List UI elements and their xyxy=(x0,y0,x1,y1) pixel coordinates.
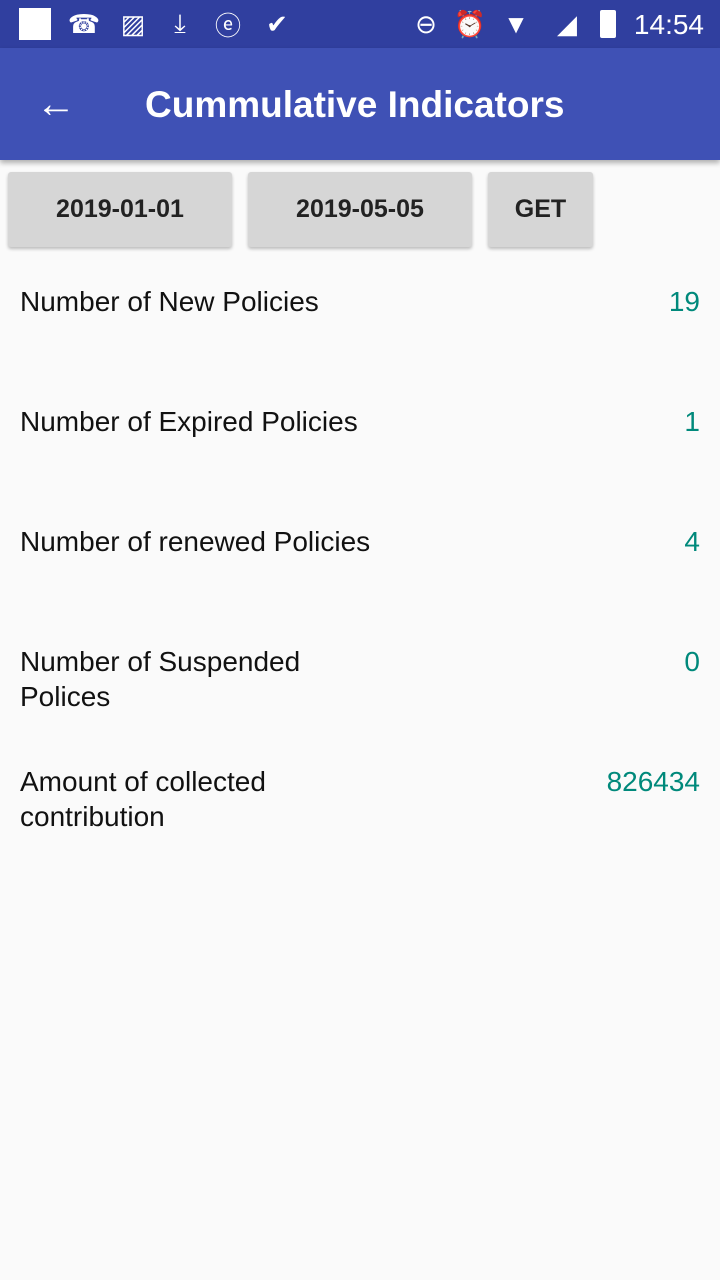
back-arrow-icon[interactable]: ← xyxy=(36,84,76,124)
indicator-label: Number of New Policies xyxy=(20,286,319,317)
check-icon: ✔ xyxy=(266,8,288,39)
alarm-icon: ⏰ xyxy=(453,8,487,39)
indicator-value: 1 xyxy=(684,406,700,437)
indicator-label: Number of Suspended Polices xyxy=(20,646,301,712)
indicator-label: Number of renewed Policies xyxy=(20,526,371,557)
missed-call-icon: ☎ xyxy=(67,8,101,39)
page-title: Cummulative Indicators xyxy=(145,84,565,125)
indicator-label: Number of Expired Policies xyxy=(20,406,358,437)
clock: 14:54 xyxy=(633,9,704,40)
indicator-row: Number of Suspended Polices 0 xyxy=(20,644,700,714)
indicator-row: Number of Expired Policies 1 xyxy=(20,404,700,439)
indicator-label: Amount of collected contribution xyxy=(20,766,266,832)
signal-icon: ◢ xyxy=(557,8,577,39)
indicator-row: Number of renewed Policies 4 xyxy=(20,524,700,559)
wifi-icon: ▼ xyxy=(503,8,529,39)
get-button[interactable]: GET xyxy=(488,172,593,247)
do-not-disturb-icon: ⊖ xyxy=(415,8,437,39)
download-icon: ⤓ xyxy=(174,8,186,38)
app-bar: ← Cummulative Indicators xyxy=(0,48,720,160)
indicator-value: 4 xyxy=(684,526,700,557)
battery-icon xyxy=(598,8,618,40)
indicator-value: 19 xyxy=(668,286,700,317)
indicator-value: 0 xyxy=(684,646,700,677)
indicator-row: Number of New Policies 19 xyxy=(20,284,700,319)
to-date-button[interactable]: 2019-05-05 xyxy=(248,172,472,247)
status-bar: ☎ ▨ ⤓ ⓔ ✔ ⊖ ⏰ ▼ ◢ 14:54 xyxy=(0,0,720,48)
notification-square-icon xyxy=(19,8,51,40)
from-date-button[interactable]: 2019-01-01 xyxy=(8,172,232,247)
e-app-icon: ⓔ xyxy=(214,10,241,41)
image-icon: ▨ xyxy=(120,8,146,39)
indicator-row: Amount of collected contribution 826434 xyxy=(20,764,700,834)
indicator-value: 826434 xyxy=(606,766,700,797)
